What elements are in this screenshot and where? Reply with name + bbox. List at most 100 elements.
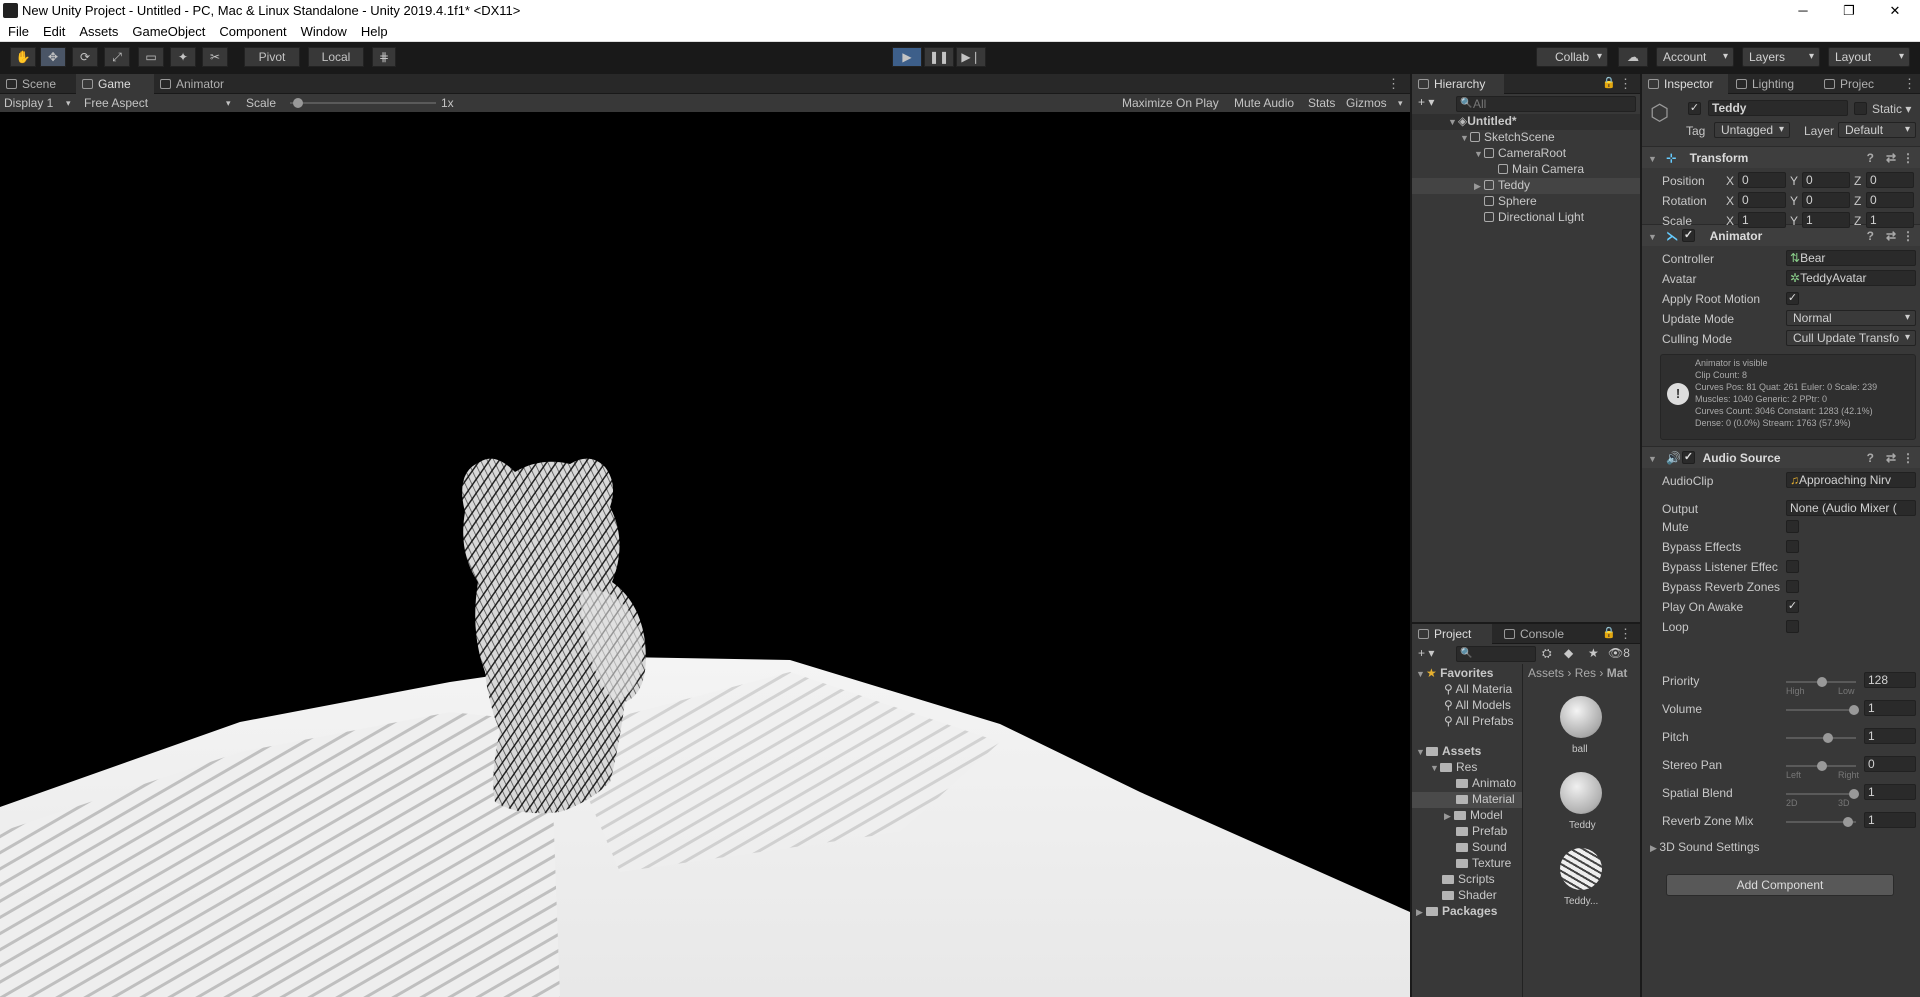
transform-position-y-field[interactable]: 0	[1802, 172, 1850, 188]
tag-dropdown[interactable]: Untagged	[1714, 122, 1790, 138]
panel-menu-icon[interactable]: ⋮	[1387, 76, 1400, 92]
audioclip-field[interactable]: ♫Approaching Nirv	[1786, 472, 1916, 488]
folder-animator[interactable]: Animato	[1456, 776, 1516, 790]
res-folder[interactable]: ▼ Res	[1430, 760, 1477, 774]
controller-field[interactable]: ⇅Bear	[1786, 250, 1916, 266]
audio-checkbox[interactable]	[1786, 520, 1799, 533]
transform-rotation-z-field[interactable]: 0	[1866, 192, 1914, 208]
audio-slider-track[interactable]	[1786, 817, 1856, 827]
layout-dropdown[interactable]: Layout	[1828, 47, 1910, 67]
transform-rotation-y-field[interactable]: 0	[1802, 192, 1850, 208]
assets-folder[interactable]: ▼ Assets	[1416, 744, 1481, 758]
play-button[interactable]: ▶	[892, 47, 922, 67]
audio-slider-value[interactable]: 1	[1864, 728, 1916, 744]
lock-icon[interactable]: 🔒	[1602, 76, 1616, 89]
collab-dropdown[interactable]: Collab	[1536, 47, 1608, 67]
step-button[interactable]: ▶❘	[956, 47, 986, 67]
apply-root-motion-checkbox[interactable]: ✓	[1786, 292, 1799, 305]
menu-edit[interactable]: Edit	[35, 22, 71, 39]
layer-dropdown[interactable]: Default	[1838, 122, 1916, 138]
game-viewport[interactable]	[0, 112, 1410, 997]
minimize-button[interactable]: ─	[1780, 0, 1826, 22]
favorites-folder[interactable]: ▼★ Favorites	[1416, 666, 1493, 680]
preset-icon[interactable]: ⇄	[1886, 447, 1896, 469]
transform-scale-x-field[interactable]: 1	[1738, 212, 1786, 228]
hierarchy-item-main-camera[interactable]: Main Camera	[1498, 162, 1584, 176]
tab-animator[interactable]: Animator	[154, 74, 240, 94]
hand-tool-icon[interactable]: ✋	[10, 47, 36, 67]
tab-scene[interactable]: Scene	[0, 74, 76, 94]
static-dropdown[interactable]: Static ▾	[1872, 102, 1911, 116]
tab-lighting[interactable]: Lighting	[1730, 74, 1816, 94]
display-dropdown[interactable]: Display 1	[4, 94, 53, 112]
preset-icon[interactable]: ⇄	[1886, 147, 1896, 169]
folder-model[interactable]: ▶ Model	[1444, 808, 1503, 822]
scale-tool-icon[interactable]: ⤢	[104, 47, 130, 67]
tab-console[interactable]: Console	[1498, 624, 1582, 644]
packages-folder[interactable]: ▶ Packages	[1416, 904, 1497, 918]
audio-slider-track[interactable]	[1786, 677, 1856, 687]
aspect-dropdown[interactable]: Free Aspect	[84, 94, 148, 112]
rect-tool-icon[interactable]: ▭	[138, 47, 164, 67]
project-menu-icon[interactable]: ⋮	[1619, 626, 1632, 642]
menu-file[interactable]: File	[0, 22, 35, 39]
audio-slider-value[interactable]: 0	[1864, 756, 1916, 772]
component-menu-icon[interactable]: ⋮	[1902, 447, 1914, 469]
update-mode-dropdown[interactable]: Normal	[1786, 310, 1916, 326]
breadcrumb-assets[interactable]: Assets	[1528, 666, 1564, 680]
help-icon[interactable]: ?	[1867, 147, 1874, 169]
tab-project[interactable]: Project	[1412, 624, 1492, 644]
mute-audio-toggle[interactable]: Mute Audio	[1234, 94, 1294, 112]
audio-slider-knob[interactable]	[1849, 789, 1859, 799]
audio-slider-value[interactable]: 1	[1864, 700, 1916, 716]
lock-icon[interactable]: 🔒	[1602, 626, 1616, 639]
audio-slider-track[interactable]	[1786, 733, 1856, 743]
local-toggle[interactable]: Local	[308, 47, 364, 67]
create-button[interactable]: + ▾	[1418, 95, 1434, 109]
folder-texture[interactable]: Texture	[1456, 856, 1511, 870]
stats-toggle[interactable]: Stats	[1308, 94, 1335, 112]
breadcrumb-res[interactable]: Res	[1575, 666, 1596, 680]
gizmos-dropdown[interactable]: Gizmos	[1346, 94, 1387, 112]
audio-slider-track[interactable]	[1786, 789, 1859, 799]
custom-tool-icon[interactable]: ✂	[202, 47, 228, 67]
audio-slider-knob[interactable]	[1849, 705, 1859, 715]
audio-slider-track[interactable]	[1786, 761, 1856, 771]
hierarchy-item-cameraroot[interactable]: ▼ CameraRoot	[1474, 146, 1566, 160]
avatar-field[interactable]: ✲TeddyAvatar	[1786, 270, 1916, 286]
hierarchy-item-sphere[interactable]: Sphere	[1484, 194, 1537, 208]
menu-gameobject[interactable]: GameObject	[124, 22, 211, 39]
hierarchy-search-input[interactable]: 🔍 All	[1456, 96, 1636, 112]
folder-material[interactable]: Material	[1412, 792, 1522, 808]
audio-checkbox[interactable]: ✓	[1786, 600, 1799, 613]
audio-source-component-header[interactable]: ▼ 🔊 ✓ Audio Source ? ⇄ ⋮	[1642, 446, 1920, 468]
cloud-icon[interactable]: ☁	[1618, 47, 1648, 67]
move-tool-icon[interactable]: ✥	[40, 47, 66, 67]
fav-all-prefabs[interactable]: ⚲ All Prefabs	[1444, 714, 1514, 728]
tab-game[interactable]: Game	[76, 74, 154, 94]
menu-assets[interactable]: Assets	[71, 22, 124, 39]
3d-sound-settings-foldout[interactable]: ▶ 3D Sound Settings	[1650, 840, 1760, 854]
maximize-button[interactable]: ❐	[1826, 0, 1872, 22]
audio-checkbox[interactable]	[1786, 540, 1799, 553]
preset-icon[interactable]: ⇄	[1886, 225, 1896, 247]
filter-label-icon[interactable]: ◆	[1564, 646, 1573, 660]
static-checkbox[interactable]	[1854, 102, 1867, 115]
menu-component[interactable]: Component	[211, 22, 292, 39]
tab-hierarchy[interactable]: Hierarchy	[1412, 74, 1504, 94]
output-field[interactable]: None (Audio Mixer (	[1786, 500, 1916, 516]
audio-checkbox[interactable]	[1786, 580, 1799, 593]
filter-type-icon[interactable]: ⛭	[1542, 646, 1552, 661]
asset-thumbnail-ball[interactable]	[1560, 696, 1602, 738]
pivot-toggle[interactable]: Pivot	[244, 47, 300, 67]
help-icon[interactable]: ?	[1867, 447, 1874, 469]
object-name-field[interactable]: Teddy	[1708, 100, 1848, 116]
breadcrumb-material[interactable]: Mat	[1607, 666, 1628, 680]
component-menu-icon[interactable]: ⋮	[1902, 225, 1914, 247]
audio-enabled-checkbox[interactable]: ✓	[1682, 451, 1695, 464]
transform-scale-z-field[interactable]: 1	[1866, 212, 1914, 228]
folder-prefab[interactable]: Prefab	[1456, 824, 1507, 838]
fav-all-models[interactable]: ⚲ All Models	[1444, 698, 1511, 712]
audio-slider-value[interactable]: 1	[1864, 812, 1916, 828]
audio-checkbox[interactable]	[1786, 560, 1799, 573]
